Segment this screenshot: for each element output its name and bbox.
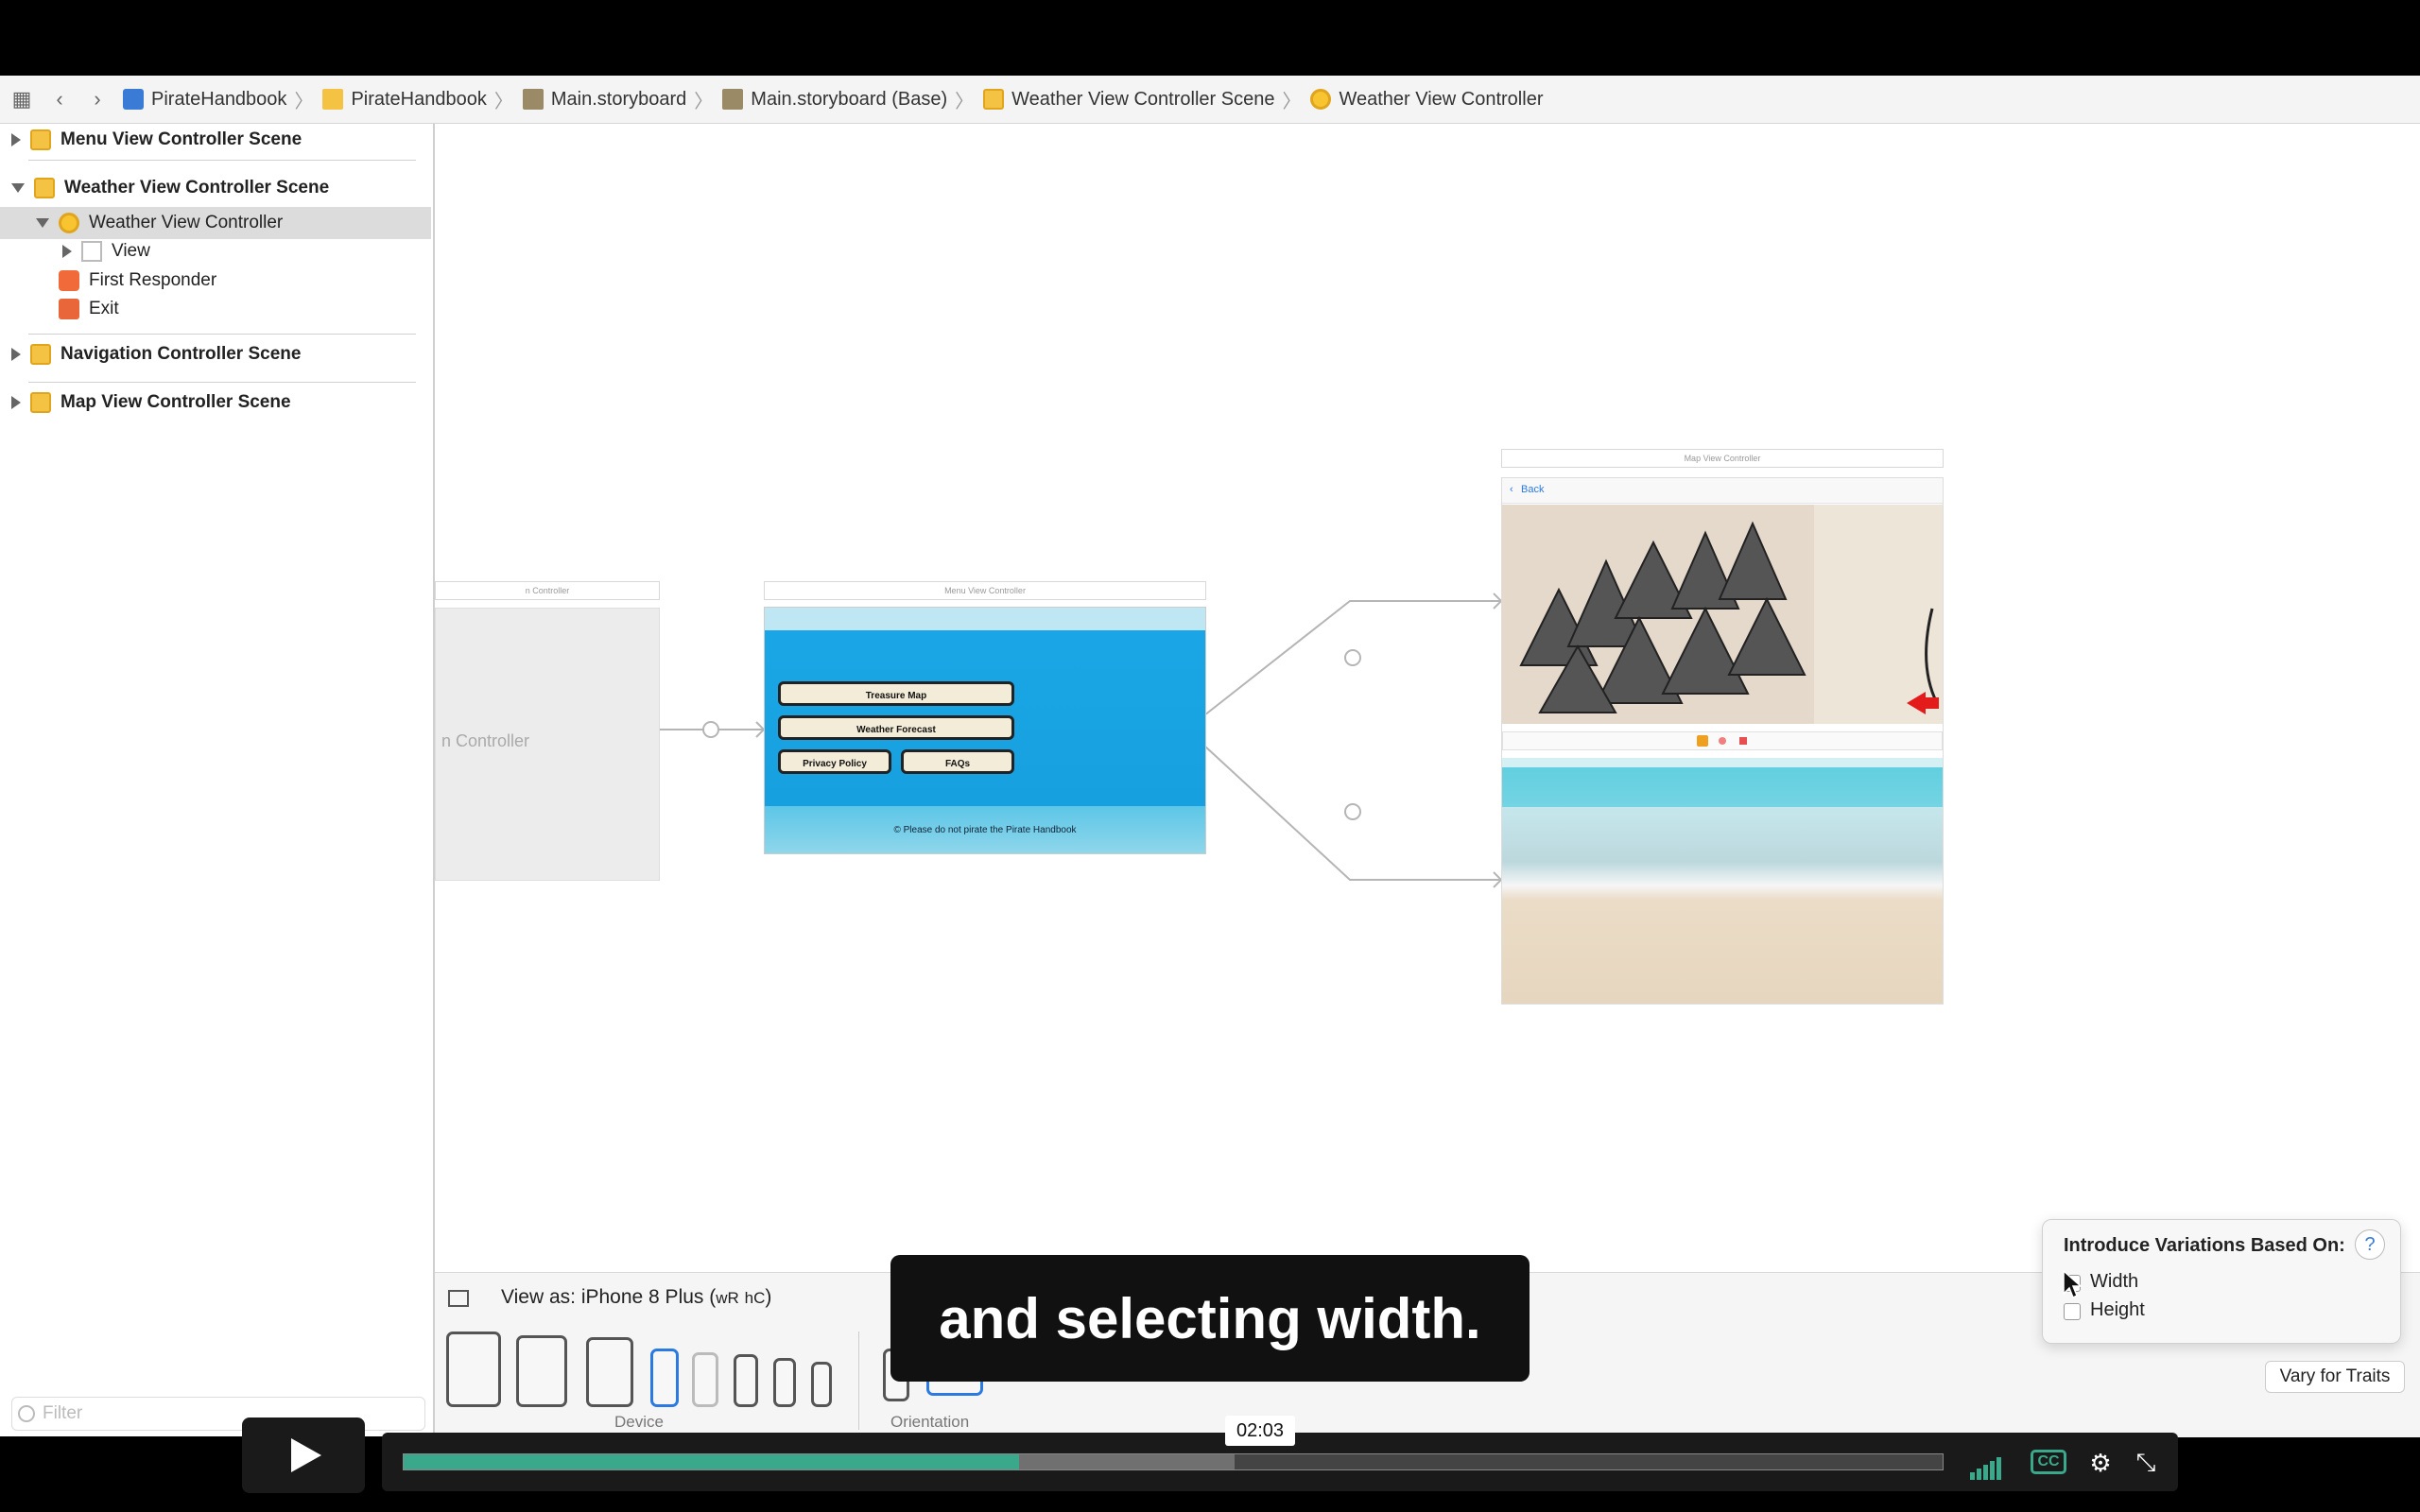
breadcrumb-storyboard-base[interactable]: Main.storyboard (Base) 〉 — [713, 86, 974, 113]
outline-item-menu-scene[interactable]: Menu View Controller Scene — [0, 124, 431, 156]
device-iphone-8-plus-icon[interactable] — [650, 1349, 679, 1407]
outline-item-navigation-scene[interactable]: Navigation Controller Scene — [0, 338, 431, 370]
treasure-map-button[interactable]: Treasure Map — [778, 681, 1014, 706]
folder-icon — [322, 89, 344, 110]
outline-item-weather-view-controller[interactable]: Weather View Controller — [0, 207, 431, 239]
device-ipad-pro-10-icon[interactable] — [516, 1335, 567, 1407]
view-controller-icon — [59, 213, 79, 233]
height-label: Height — [2090, 1299, 2145, 1320]
scene-title-map[interactable]: Map View Controller — [1501, 449, 1944, 468]
outline-item-first-responder[interactable]: First Responder — [0, 265, 431, 297]
disclosure-triangle-icon[interactable] — [62, 245, 72, 258]
storyboard-icon — [722, 89, 744, 110]
toolbar-item-icon[interactable] — [1697, 735, 1708, 747]
scene-icon — [34, 178, 55, 198]
scene-title-navigation[interactable]: n Controller — [435, 581, 660, 600]
scene-icon — [983, 89, 1005, 110]
disclosure-triangle-icon[interactable] — [11, 396, 21, 409]
breadcrumb-scene[interactable]: Weather View Controller Scene 〉 — [974, 86, 1301, 113]
device-iphone-8-icon[interactable] — [734, 1354, 758, 1407]
back-chevron-icon[interactable]: ‹ — [1510, 484, 1513, 495]
breadcrumb-view-controller[interactable]: Weather View Controller — [1301, 89, 1543, 111]
play-button[interactable] — [242, 1418, 365, 1493]
device-ipad-icon[interactable] — [586, 1337, 633, 1407]
width-label: Width — [2090, 1271, 2139, 1292]
breadcrumb-project[interactable]: PirateHandbook 〉 — [113, 86, 313, 113]
navigation-controller-scene[interactable]: n Controller — [435, 608, 660, 881]
exit-icon — [59, 299, 79, 319]
storyboard-icon — [522, 89, 544, 110]
disclosure-triangle-icon[interactable] — [11, 133, 21, 146]
device-ipad-pro-12-icon[interactable] — [446, 1332, 501, 1407]
view-icon — [81, 241, 102, 262]
toggle-outline-icon[interactable] — [448, 1290, 469, 1307]
privacy-policy-button[interactable]: Privacy Policy — [778, 749, 891, 774]
map-navigation-bar: ‹ Back — [1502, 478, 1943, 504]
scene-icon — [30, 344, 51, 365]
beach-image — [1502, 758, 1943, 1004]
back-chevron-icon[interactable]: ‹ — [43, 83, 76, 115]
toolbar-item-icon[interactable] — [1739, 737, 1747, 745]
closed-captions-icon[interactable]: CC — [2031, 1450, 2066, 1474]
forward-chevron-icon[interactable]: › — [81, 83, 113, 115]
time-tooltip: 02:03 — [1225, 1416, 1295, 1446]
view-as-label: View as: iPhone 8 Plus (wR hC) — [501, 1286, 772, 1308]
outline-item-weather-scene[interactable]: Weather View Controller Scene — [0, 172, 431, 204]
view-controller-icon — [1310, 89, 1332, 110]
vary-for-traits-button[interactable]: Vary for Traits — [2265, 1361, 2405, 1393]
video-caption: and selecting width. — [890, 1255, 1530, 1382]
faqs-button[interactable]: FAQs — [901, 749, 1014, 774]
device-iphone-4s-icon[interactable] — [811, 1362, 832, 1407]
map-back-button[interactable]: Back — [1521, 484, 1544, 495]
disclosure-triangle-icon[interactable] — [36, 218, 49, 228]
first-responder-icon — [59, 270, 79, 291]
map-view-controller-scene[interactable]: ‹ Back — [1501, 477, 1944, 1005]
breadcrumb-folder[interactable]: PirateHandbook 〉 — [313, 86, 513, 113]
disclosure-triangle-icon[interactable] — [11, 183, 25, 193]
menu-footer-text: © Please do not pirate the Pirate Handbo… — [893, 825, 1077, 835]
mouse-cursor-icon — [2063, 1269, 2083, 1299]
jump-bar: ▦ ‹ › PirateHandbook 〉 PirateHandbook 〉 Ma… — [0, 76, 2420, 124]
scene-icon — [30, 129, 51, 150]
swift-project-icon — [123, 89, 144, 110]
progress-track[interactable] — [403, 1453, 1944, 1470]
document-outline: Menu View Controller Scene Weather View … — [0, 124, 435, 1436]
device-iphone-x-icon[interactable] — [692, 1352, 718, 1407]
toolbar-item-icon[interactable] — [1719, 737, 1726, 745]
disclosure-triangle-icon[interactable] — [11, 348, 21, 361]
outline-item-map-scene[interactable]: Map View Controller Scene — [0, 387, 431, 419]
outline-item-view[interactable]: View — [0, 235, 431, 267]
map-toolbar — [1502, 731, 1943, 750]
outline-item-exit[interactable]: Exit — [0, 293, 431, 325]
play-icon — [291, 1438, 321, 1472]
fullscreen-icon[interactable]: ⤡ — [2129, 1446, 2163, 1480]
help-button[interactable]: ? — [2355, 1229, 2385, 1260]
settings-gear-icon[interactable]: ⚙ — [2083, 1446, 2118, 1480]
filter-icon — [18, 1405, 35, 1422]
treasure-map-image — [1502, 505, 1943, 724]
weather-forecast-button[interactable]: Weather Forecast — [778, 715, 1014, 740]
volume-icon[interactable] — [1966, 1446, 2001, 1480]
played-bar — [404, 1454, 1020, 1469]
breadcrumb-storyboard[interactable]: Main.storyboard 〉 — [513, 86, 713, 113]
height-checkbox[interactable] — [2064, 1303, 2081, 1320]
device-iphone-se-icon[interactable] — [773, 1358, 796, 1407]
menu-view-controller-scene[interactable]: Treasure Map Weather Forecast Privacy Po… — [764, 607, 1206, 854]
vary-traits-popover: Introduce Variations Based On: ? Width H… — [2042, 1219, 2401, 1344]
scene-title-menu[interactable]: Menu View Controller — [764, 581, 1206, 600]
related-items-icon[interactable]: ▦ — [6, 83, 38, 115]
scene-icon — [30, 392, 51, 413]
